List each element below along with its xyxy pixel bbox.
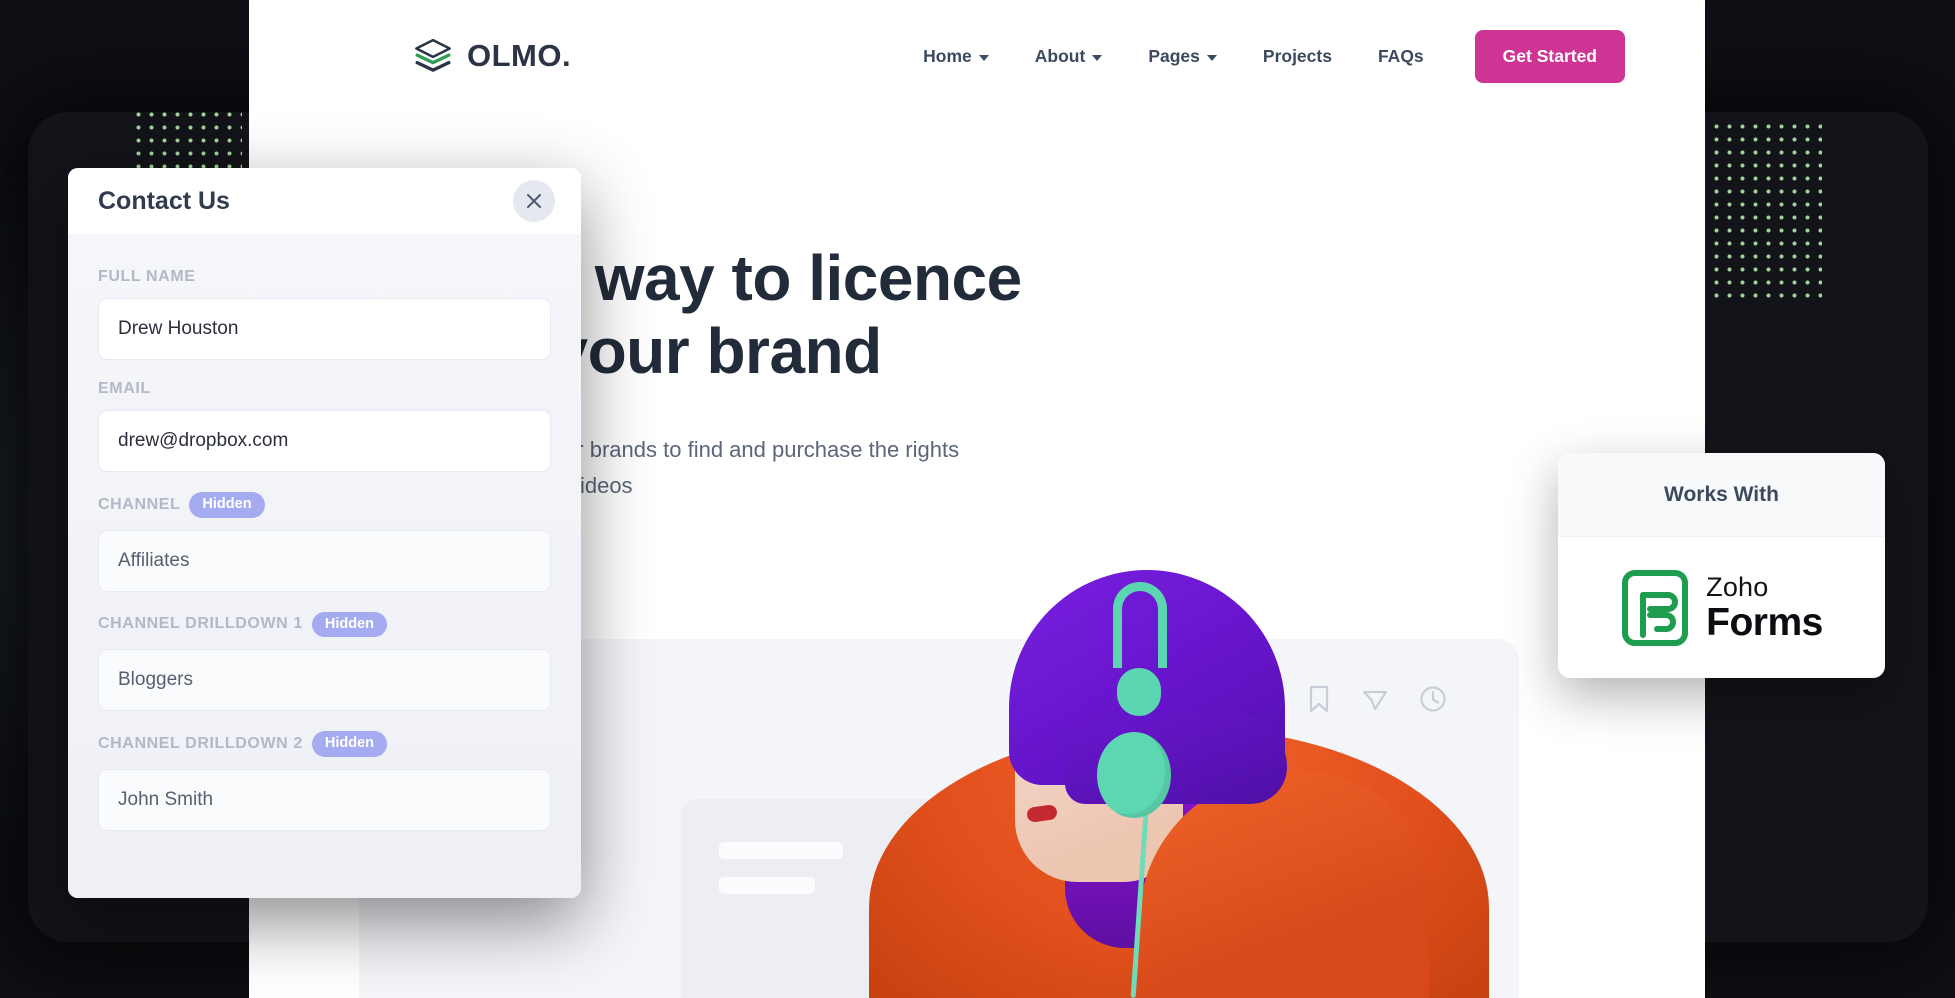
photo-headphone-cup bbox=[1097, 732, 1171, 818]
photo-headphone-band bbox=[1113, 582, 1167, 668]
stacked-layers-icon bbox=[415, 38, 451, 72]
photo-headphone-knob bbox=[1117, 668, 1161, 716]
field-label: CHANNEL bbox=[98, 495, 181, 513]
hero-photo bbox=[869, 564, 1489, 998]
form-field-channel-drilldown-1: CHANNEL DRILLDOWN 1 Hidden bbox=[98, 611, 551, 711]
channel-drilldown-1-input[interactable] bbox=[98, 649, 551, 711]
contact-us-modal: Contact Us FULL NAME EMAIL bbox=[68, 168, 581, 898]
zoho-forms-wordmark: Zoho Forms bbox=[1706, 571, 1823, 644]
nav-item-about[interactable]: About bbox=[1012, 46, 1126, 67]
field-label-row: CHANNEL DRILLDOWN 1 Hidden bbox=[98, 611, 551, 637]
hidden-badge: Hidden bbox=[311, 611, 388, 637]
field-label: EMAIL bbox=[98, 380, 151, 397]
dot-pattern-right-decoration bbox=[1710, 120, 1822, 305]
photo-beanie-cuff bbox=[1065, 712, 1287, 804]
form-field-channel: CHANNEL Hidden bbox=[98, 492, 551, 592]
zoho-word: Zoho bbox=[1706, 571, 1769, 602]
hidden-badge: Hidden bbox=[189, 492, 265, 518]
nav-item-faqs-label: FAQs bbox=[1377, 45, 1424, 66]
form-field-email: EMAIL bbox=[98, 380, 551, 472]
form-field-channel-drilldown-2: CHANNEL DRILLDOWN 2 Hidden bbox=[98, 731, 551, 831]
nav-item-pages[interactable]: Pages bbox=[1125, 46, 1240, 67]
zoho-forms-icon bbox=[1622, 569, 1689, 646]
field-label: CHANNEL DRILLDOWN 2 bbox=[98, 734, 303, 752]
field-label: FULL NAME bbox=[98, 268, 196, 285]
nav-item-projects-label: Projects bbox=[1262, 45, 1332, 66]
screenshot-stage: OLMO. Home About Pages Projects FAQs Get… bbox=[0, 0, 1955, 998]
field-label-row: CHANNEL DRILLDOWN 2 Hidden bbox=[98, 731, 551, 757]
chevron-down-icon bbox=[1206, 54, 1217, 61]
site-navbar: OLMO. Home About Pages Projects FAQs Get… bbox=[249, 0, 1705, 112]
mockup-placeholder-line bbox=[719, 877, 815, 894]
dot-pattern-left-decoration bbox=[132, 108, 242, 170]
field-label-row: FULL NAME bbox=[98, 268, 551, 286]
modal-body: FULL NAME EMAIL CHANNEL Hidden CHA bbox=[68, 234, 581, 898]
chevron-down-icon bbox=[978, 54, 989, 61]
modal-header: Contact Us bbox=[68, 168, 581, 234]
field-label-row: CHANNEL Hidden bbox=[98, 492, 551, 518]
works-with-body: Zoho Forms bbox=[1558, 537, 1885, 678]
nav-item-home[interactable]: Home bbox=[900, 46, 1012, 67]
nav-item-pages-label: Pages bbox=[1148, 45, 1200, 66]
mockup-placeholder-line bbox=[719, 842, 843, 859]
form-field-full-name: FULL NAME bbox=[98, 268, 551, 360]
brand-name: OLMO. bbox=[467, 38, 572, 73]
get-started-button[interactable]: Get Started bbox=[1474, 29, 1625, 83]
nav-item-about-label: About bbox=[1034, 45, 1086, 66]
nav-links: Home About Pages Projects FAQs Get Start… bbox=[900, 29, 1625, 83]
close-modal-button[interactable] bbox=[513, 180, 555, 222]
nav-item-faqs[interactable]: FAQs bbox=[1355, 46, 1447, 67]
works-with-header: Works With bbox=[1558, 453, 1885, 537]
field-label: CHANNEL DRILLDOWN 1 bbox=[98, 615, 303, 633]
chevron-down-icon bbox=[1092, 54, 1103, 61]
modal-title: Contact Us bbox=[98, 186, 230, 215]
email-input[interactable] bbox=[98, 410, 551, 472]
forms-word: Forms bbox=[1706, 600, 1823, 644]
brand-logo[interactable]: OLMO. bbox=[413, 36, 571, 76]
channel-input[interactable] bbox=[98, 529, 551, 592]
full-name-input[interactable] bbox=[98, 298, 551, 360]
nav-item-projects[interactable]: Projects bbox=[1240, 46, 1355, 67]
hidden-badge: Hidden bbox=[311, 731, 388, 757]
nav-item-home-label: Home bbox=[923, 45, 972, 66]
works-with-title: Works With bbox=[1664, 482, 1779, 506]
close-icon bbox=[527, 194, 541, 208]
field-label-row: EMAIL bbox=[98, 380, 551, 398]
channel-drilldown-2-input[interactable] bbox=[98, 768, 551, 831]
works-with-card: Works With Zoho Forms bbox=[1558, 453, 1885, 678]
